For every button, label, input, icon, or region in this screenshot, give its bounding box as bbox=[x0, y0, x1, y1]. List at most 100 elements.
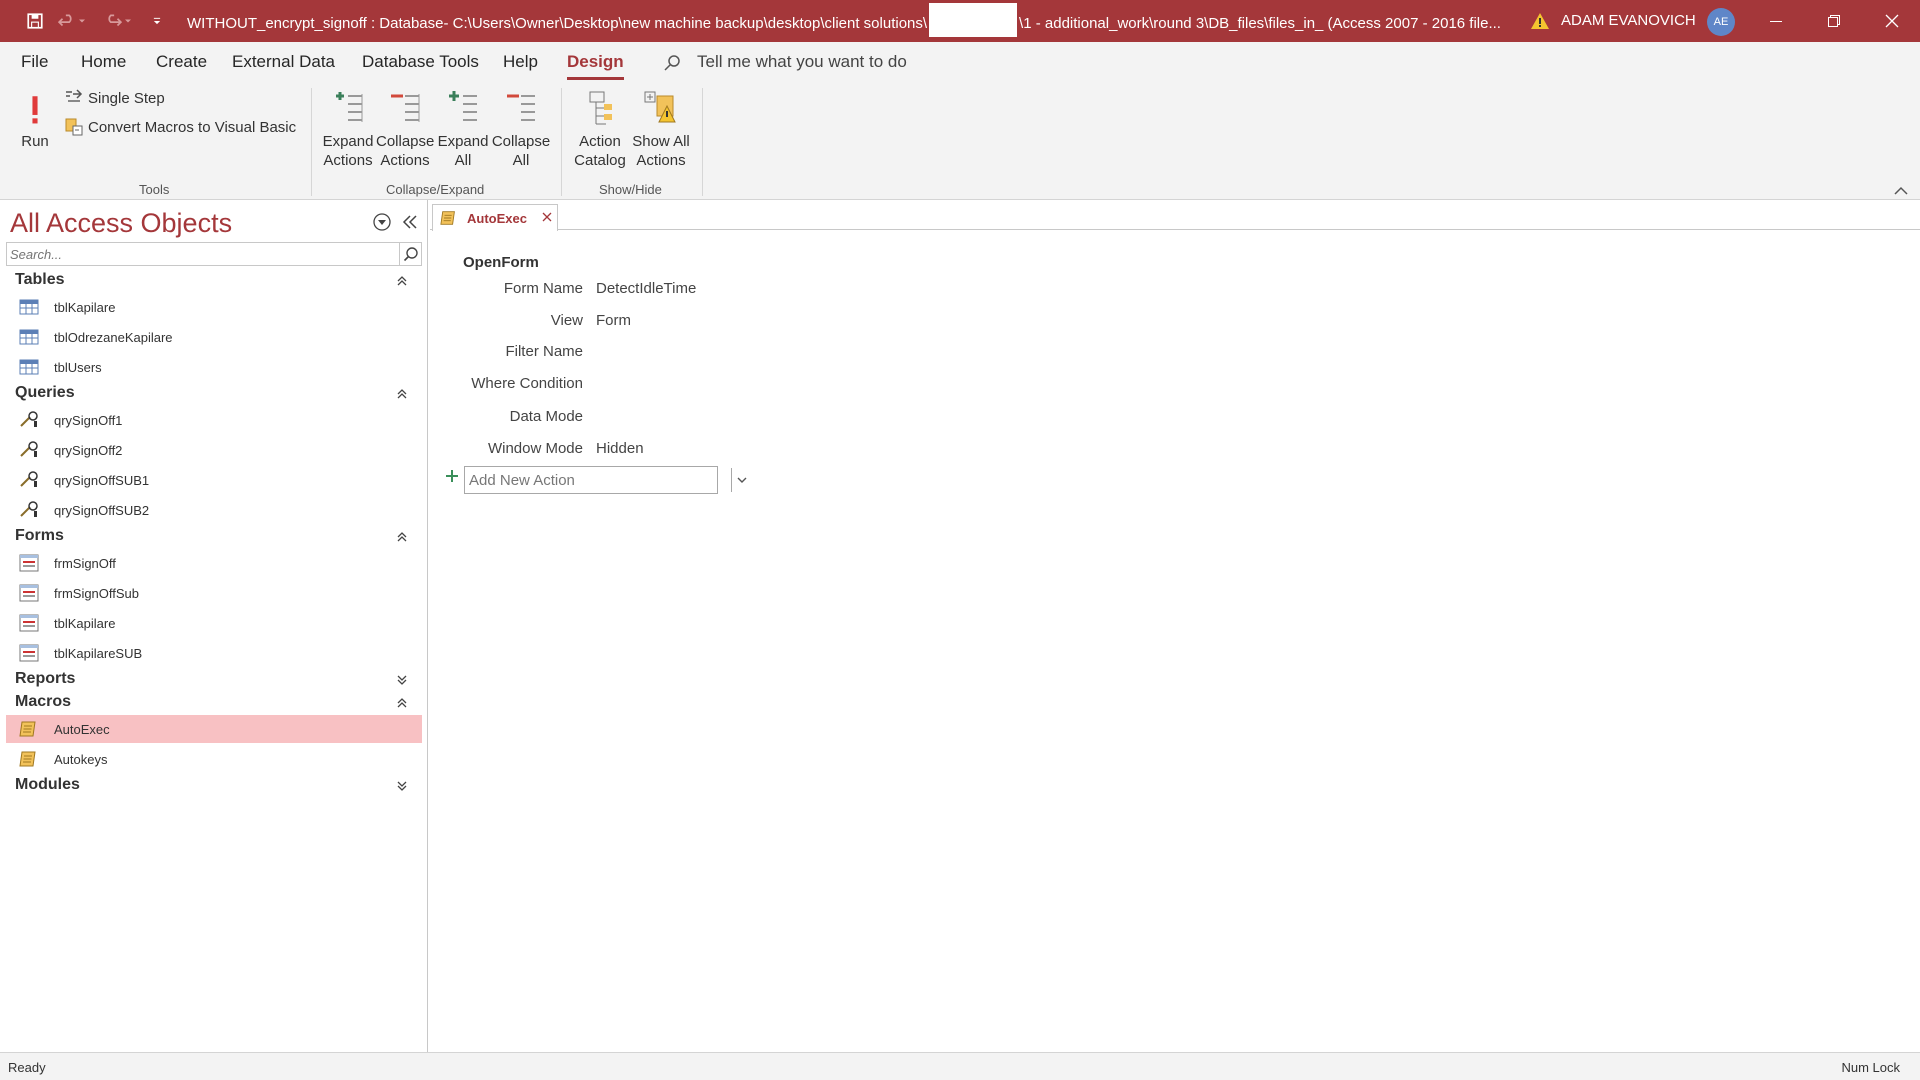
status-bar: Ready Num Lock bbox=[0, 1052, 1920, 1080]
tab-database-tools[interactable]: Database Tools bbox=[362, 52, 479, 72]
group-header-tables[interactable]: Tables bbox=[15, 271, 65, 289]
nav-item-form[interactable]: tblKapilareSUB bbox=[6, 639, 422, 667]
convert-macros-button[interactable]: Convert Macros to Visual Basic bbox=[64, 117, 296, 137]
nav-item-form[interactable]: frmSignOffSub bbox=[6, 579, 422, 607]
collapse-actions-label-2: Actions bbox=[380, 152, 430, 169]
query-icon bbox=[20, 471, 38, 487]
macro-action-name[interactable]: OpenForm bbox=[463, 254, 539, 271]
nav-search-button[interactable] bbox=[400, 242, 422, 266]
nav-item-label: tblKapilare bbox=[54, 299, 116, 315]
collapse-actions-icon bbox=[391, 94, 420, 122]
group-header-forms[interactable]: Forms bbox=[15, 527, 64, 545]
nav-item-query[interactable]: qrySignOffSUB2 bbox=[6, 496, 422, 524]
show-all-actions-icon bbox=[644, 91, 676, 123]
group-header-queries[interactable]: Queries bbox=[15, 384, 75, 402]
navigation-pane: All Access Objects Tables tblKapilare tb… bbox=[0, 200, 428, 1052]
expand-all-icon bbox=[449, 91, 477, 121]
argument-value[interactable]: Form bbox=[596, 312, 631, 329]
undo-dropdown-icon[interactable] bbox=[74, 0, 90, 42]
nav-item-query[interactable]: qrySignOff1 bbox=[6, 406, 422, 434]
run-button[interactable]: Run bbox=[18, 88, 52, 151]
argument-value[interactable]: Hidden bbox=[596, 440, 644, 457]
collapse-actions-label-1: Collapse bbox=[376, 133, 435, 150]
expand-all-button[interactable]: Expand All bbox=[436, 88, 490, 170]
expand-group-icon[interactable] bbox=[396, 780, 408, 792]
shutter-bar-close-icon[interactable] bbox=[400, 212, 420, 232]
nav-item-query[interactable]: qrySignOffSUB1 bbox=[6, 466, 422, 494]
argument-label: View bbox=[550, 312, 583, 329]
convert-macros-label: Convert Macros to Visual Basic bbox=[88, 118, 297, 136]
close-icon[interactable] bbox=[541, 211, 553, 223]
nav-item-form[interactable]: tblKapilare bbox=[6, 609, 422, 637]
nav-search-input[interactable] bbox=[6, 242, 400, 266]
expand-group-icon[interactable] bbox=[396, 674, 408, 686]
tab-help[interactable]: Help bbox=[503, 52, 538, 72]
nav-item-label: qrySignOffSUB2 bbox=[54, 502, 150, 518]
avatar[interactable]: AE bbox=[1707, 8, 1735, 36]
group-header-macros[interactable]: Macros bbox=[15, 693, 71, 711]
nav-item-label: tblKapilareSUB bbox=[54, 645, 143, 661]
tab-design[interactable]: Design bbox=[567, 52, 624, 80]
tab-autoexec[interactable]: AutoExec bbox=[432, 204, 558, 231]
warning-icon[interactable] bbox=[1530, 11, 1550, 31]
redo-dropdown-icon[interactable] bbox=[120, 0, 136, 42]
expand-actions-button[interactable]: Expand Actions bbox=[320, 88, 376, 170]
tab-create[interactable]: Create bbox=[156, 52, 207, 72]
nav-item-label: qrySignOffSUB1 bbox=[54, 472, 150, 488]
expand-all-label-2: All bbox=[454, 152, 472, 169]
close-button[interactable] bbox=[1864, 0, 1920, 42]
nav-pane-title[interactable]: All Access Objects bbox=[10, 208, 232, 239]
argument-label: Filter Name bbox=[505, 343, 583, 360]
nav-item-table[interactable]: tblOdrezaneKapilare bbox=[6, 323, 422, 351]
collapse-group-icon[interactable] bbox=[396, 275, 408, 287]
chevron-down-icon bbox=[737, 477, 746, 483]
nav-item-macro-selected[interactable]: AutoExec bbox=[6, 715, 422, 743]
tab-file[interactable]: File bbox=[21, 52, 48, 72]
action-catalog-icon bbox=[589, 91, 612, 125]
restore-button[interactable] bbox=[1806, 0, 1862, 42]
plus-icon[interactable] bbox=[445, 469, 459, 483]
group-header-reports[interactable]: Reports bbox=[15, 670, 75, 688]
expand-actions-icon bbox=[336, 92, 363, 122]
argument-value[interactable]: DetectIdleTime bbox=[596, 280, 696, 297]
nav-item-form[interactable]: frmSignOff bbox=[6, 549, 422, 577]
add-new-action-text: Add New Action bbox=[469, 472, 575, 489]
collapse-actions-button[interactable]: Collapse Actions bbox=[376, 88, 434, 170]
collapse-group-icon[interactable] bbox=[396, 531, 408, 543]
expand-all-label-1: Expand bbox=[437, 133, 489, 150]
tell-me-search[interactable]: Tell me what you want to do bbox=[697, 52, 907, 72]
nav-item-table[interactable]: tblKapilare bbox=[6, 293, 422, 321]
title-bar: WITHOUT_encrypt_signoff : Database- C:\U… bbox=[0, 0, 1920, 42]
add-new-action-combobox[interactable]: Add New Action bbox=[464, 466, 746, 494]
action-catalog-button[interactable]: Action Catalog bbox=[570, 88, 630, 170]
group-separator bbox=[311, 88, 312, 196]
close-icon bbox=[1885, 14, 1899, 28]
nav-item-label: tblKapilare bbox=[54, 615, 116, 631]
single-step-icon bbox=[66, 89, 83, 102]
macro-icon bbox=[19, 751, 36, 767]
status-text: Ready bbox=[8, 1060, 46, 1075]
customize-qat-icon[interactable] bbox=[142, 0, 172, 42]
group-separator bbox=[702, 88, 703, 196]
tab-external-data[interactable]: External Data bbox=[232, 52, 335, 72]
form-icon bbox=[19, 584, 39, 602]
nav-item-query[interactable]: qrySignOff2 bbox=[6, 436, 422, 464]
nav-item-macro[interactable]: Autokeys bbox=[6, 745, 422, 773]
title-path-end: \1 - additional_work\round 3\DB_files\fi… bbox=[1019, 14, 1501, 32]
collapse-group-icon[interactable] bbox=[396, 697, 408, 709]
nav-item-table[interactable]: tblUsers bbox=[6, 353, 422, 381]
collapse-all-label-2: All bbox=[512, 152, 530, 169]
minimize-button[interactable] bbox=[1748, 0, 1804, 42]
save-icon[interactable] bbox=[20, 0, 50, 42]
collapse-group-icon[interactable] bbox=[396, 388, 408, 400]
nav-menu-dropdown-icon[interactable] bbox=[372, 212, 392, 232]
group-header-modules[interactable]: Modules bbox=[15, 776, 80, 794]
show-all-actions-button[interactable]: Show All Actions bbox=[630, 88, 692, 170]
collapse-all-button[interactable]: Collapse All bbox=[491, 88, 551, 170]
tab-home[interactable]: Home bbox=[81, 52, 126, 72]
single-step-button[interactable]: Single Step bbox=[64, 88, 165, 108]
add-action-dropdown-button[interactable] bbox=[731, 468, 751, 492]
collapse-ribbon-icon[interactable] bbox=[1893, 184, 1909, 196]
document-tab-bar: AutoExec bbox=[430, 200, 1920, 231]
user-name[interactable]: ADAM EVANOVICH bbox=[1561, 12, 1696, 29]
